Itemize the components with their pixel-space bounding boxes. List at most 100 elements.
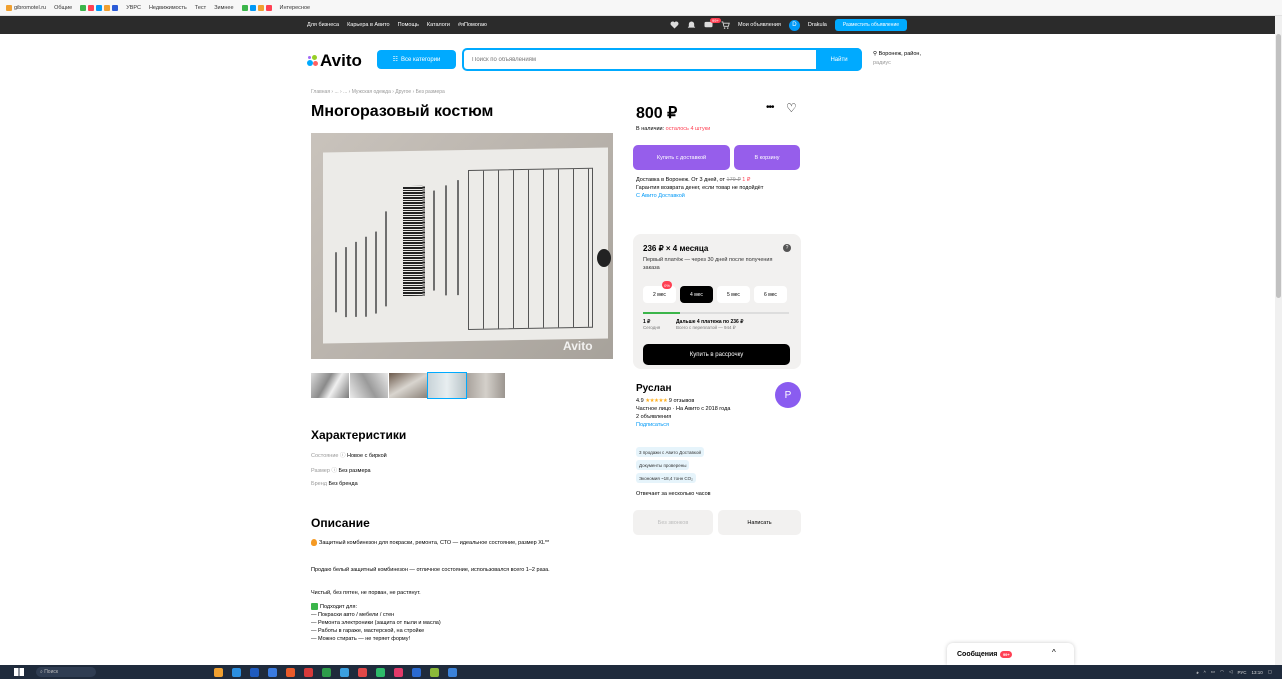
nav-link-career[interactable]: Карьера в Авито (347, 22, 390, 28)
info-icon[interactable]: ⓘ (331, 468, 337, 474)
seller-avatar[interactable]: P (775, 382, 801, 408)
subscribe-link[interactable]: Подписаться (636, 421, 776, 429)
bookmark-item[interactable]: УВРС (126, 5, 141, 11)
top-nav-links: Для бизнеса Карьера в Авито Помощь Катал… (307, 16, 487, 34)
checkmark-icon (311, 603, 318, 611)
my-ads-link[interactable]: Мои объявления (738, 22, 781, 28)
search-button[interactable]: Найти (816, 48, 862, 71)
characteristic-value: Без размера (338, 468, 371, 474)
taskbar-app-icon[interactable] (430, 667, 439, 677)
taskbar-app-icon[interactable] (250, 667, 259, 677)
taskbar-app-icon[interactable] (322, 667, 331, 677)
avito-logo[interactable]: Avito (307, 51, 362, 71)
more-options-icon[interactable]: ••• (766, 102, 774, 113)
term-option[interactable]: 5 мес (717, 286, 750, 303)
bookmark-icons[interactable] (241, 4, 272, 11)
windows-start-icon[interactable] (14, 668, 24, 676)
network-icon[interactable]: ◠ (1220, 669, 1224, 675)
main-item-photo[interactable]: Avito (311, 133, 613, 359)
chevron-up-icon[interactable]: ^ (1052, 648, 1056, 657)
page-scrollbar[interactable] (1275, 16, 1282, 665)
seller-reviews-link[interactable]: 9 отзывов (669, 398, 694, 404)
thumbnail[interactable] (427, 372, 467, 399)
taskbar-search[interactable]: ⌕ Поиск (36, 667, 96, 677)
taskbar-app-icon[interactable] (358, 667, 367, 677)
taskbar-app-icon[interactable] (268, 667, 277, 677)
messages-popup[interactable]: Сообщения 99+ ^ (947, 643, 1074, 665)
installment-term-selector: 2 мес 0% 4 мес 5 мес 6 мес (643, 281, 787, 303)
bookmark-item[interactable]: Зимнее (214, 5, 233, 11)
taskbar-app-icon[interactable] (214, 667, 223, 677)
weather-icon[interactable]: ◕ (1196, 670, 1199, 675)
bookmark-item[interactable]: gibromotel.ru (6, 4, 46, 11)
user-avatar[interactable]: D (788, 19, 800, 31)
seller-badge: Документы проверены (636, 460, 690, 470)
scrollbar-thumb[interactable] (1276, 34, 1281, 298)
taskbar-app-icon[interactable] (376, 667, 385, 677)
taskbar-app-icon[interactable] (448, 667, 457, 677)
description-list: Подходит для: — Покраски авто / мебели /… (311, 603, 611, 643)
characteristic-value: Новое с биркой (347, 453, 387, 459)
taskbar-app-icon[interactable] (340, 667, 349, 677)
buy-installment-button[interactable]: Купить в рассрочку (643, 344, 790, 365)
favorite-heart-icon[interactable]: ♡ (786, 101, 797, 115)
cart-icon[interactable] (721, 21, 730, 29)
clock[interactable]: 13:10 (1251, 670, 1262, 675)
description-heading: Описание (311, 516, 370, 530)
bookmark-item[interactable]: Интересное (280, 5, 311, 11)
notifications-bell-icon[interactable] (687, 21, 696, 29)
search-input[interactable] (464, 56, 814, 63)
info-icon[interactable]: ⓘ (340, 453, 346, 459)
taskbar-app-icon[interactable] (304, 667, 313, 677)
taskbar-app-icon[interactable] (394, 667, 403, 677)
volume-icon[interactable]: ◁ (1229, 669, 1232, 675)
location-selector[interactable]: ⚲ Воронеж, район, радиус (873, 50, 953, 68)
list-item: — Работы в гараже, мастерской, на стройк… (311, 628, 425, 634)
all-categories-button[interactable]: ☷ Все категории (377, 50, 456, 69)
nav-link-business[interactable]: Для бизнеса (307, 22, 339, 28)
nav-link-catalogs[interactable]: Каталоги (427, 22, 450, 28)
thumbnail[interactable] (467, 373, 505, 398)
bookmark-item[interactable]: Общие (54, 5, 72, 11)
favorites-heart-icon[interactable] (670, 21, 679, 29)
payment-progress-bar (643, 312, 789, 314)
add-to-cart-button[interactable]: В корзину (734, 145, 800, 170)
nav-link-help[interactable]: Помощь (398, 22, 419, 28)
bookmark-item[interactable]: Недвижимость (149, 5, 187, 11)
seller-ads-count[interactable]: 2 объявления (636, 413, 776, 421)
thumbnail[interactable] (350, 373, 388, 398)
bookmark-item[interactable]: Тест (195, 5, 206, 11)
buy-with-delivery-button[interactable]: Купить с доставкой (633, 145, 730, 170)
payment-today: 1 ₽ Сегодня (643, 319, 661, 330)
battery-icon[interactable]: ▭ (1211, 669, 1215, 675)
help-question-icon[interactable]: ? (783, 244, 791, 252)
term-option[interactable]: 2 мес 0% (643, 281, 676, 303)
term-option-active[interactable]: 4 мес (680, 286, 713, 303)
nav-link-ihelp[interactable]: #яПомогаю (458, 22, 487, 28)
browser-bookmarks-bar: gibromotel.ru Общие УВРС Недвижимость Те… (0, 0, 1282, 16)
messages-icon[interactable]: 99+ (704, 18, 721, 29)
taskbar-app-icon[interactable] (412, 667, 421, 677)
language-indicator[interactable]: РУС (1237, 670, 1246, 675)
taskbar-app-icon[interactable] (286, 667, 295, 677)
breadcrumb[interactable]: Главная › ... › ... › Мужская одежда › Д… (311, 89, 445, 95)
notifications-icon[interactable]: ▢ (1268, 669, 1272, 675)
thumbnail[interactable] (311, 373, 349, 398)
characteristic-key: Состояние (311, 453, 339, 459)
user-name-menu[interactable]: Drakula (808, 22, 827, 28)
thumbnail[interactable] (389, 373, 427, 398)
taskbar-apps (214, 667, 457, 677)
seller-name[interactable]: Руслан (636, 383, 672, 394)
term-option[interactable]: 6 мес (754, 286, 787, 303)
avito-delivery-link[interactable]: С Авито Доставкой (636, 192, 806, 200)
taskbar-app-icon[interactable] (232, 667, 241, 677)
post-ad-button[interactable]: Разместить объявление (834, 19, 908, 31)
messages-count-badge: 99+ (710, 18, 721, 23)
bookmark-icons[interactable] (80, 4, 119, 11)
search-bar: Найти (462, 48, 862, 71)
tray-chevron-icon[interactable]: ^ (1204, 670, 1206, 675)
write-message-button[interactable]: Написать (718, 510, 801, 535)
characteristic-key: Размер (311, 468, 330, 474)
avito-logo-text: Avito (320, 51, 362, 70)
characteristic-value: Без бренда (328, 481, 358, 487)
